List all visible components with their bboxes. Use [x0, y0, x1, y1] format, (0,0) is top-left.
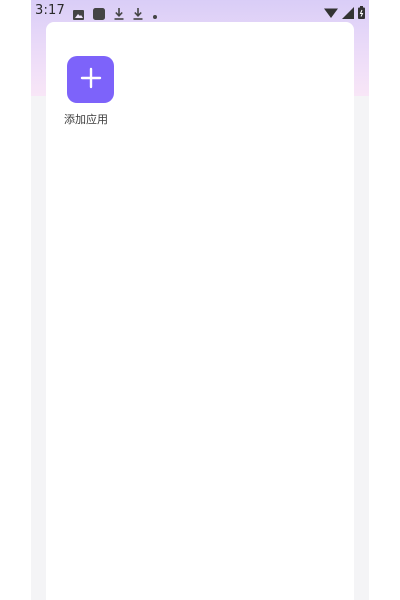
status-bar: 3:17	[31, 0, 369, 22]
wifi-icon	[324, 4, 338, 23]
signal-icon	[342, 4, 354, 23]
plus-icon	[80, 67, 102, 93]
add-app-tile[interactable]: 添加应用	[64, 56, 115, 126]
screen: 3:17 添加应用	[0, 0, 400, 600]
phone-frame: 3:17 添加应用	[31, 0, 369, 600]
system-icons	[324, 4, 365, 23]
status-time: 3:17	[35, 3, 65, 18]
add-app-button[interactable]	[67, 56, 114, 103]
add-app-label: 添加应用	[64, 113, 108, 126]
app-panel: 添加应用	[46, 22, 354, 600]
battery-icon	[358, 4, 365, 23]
